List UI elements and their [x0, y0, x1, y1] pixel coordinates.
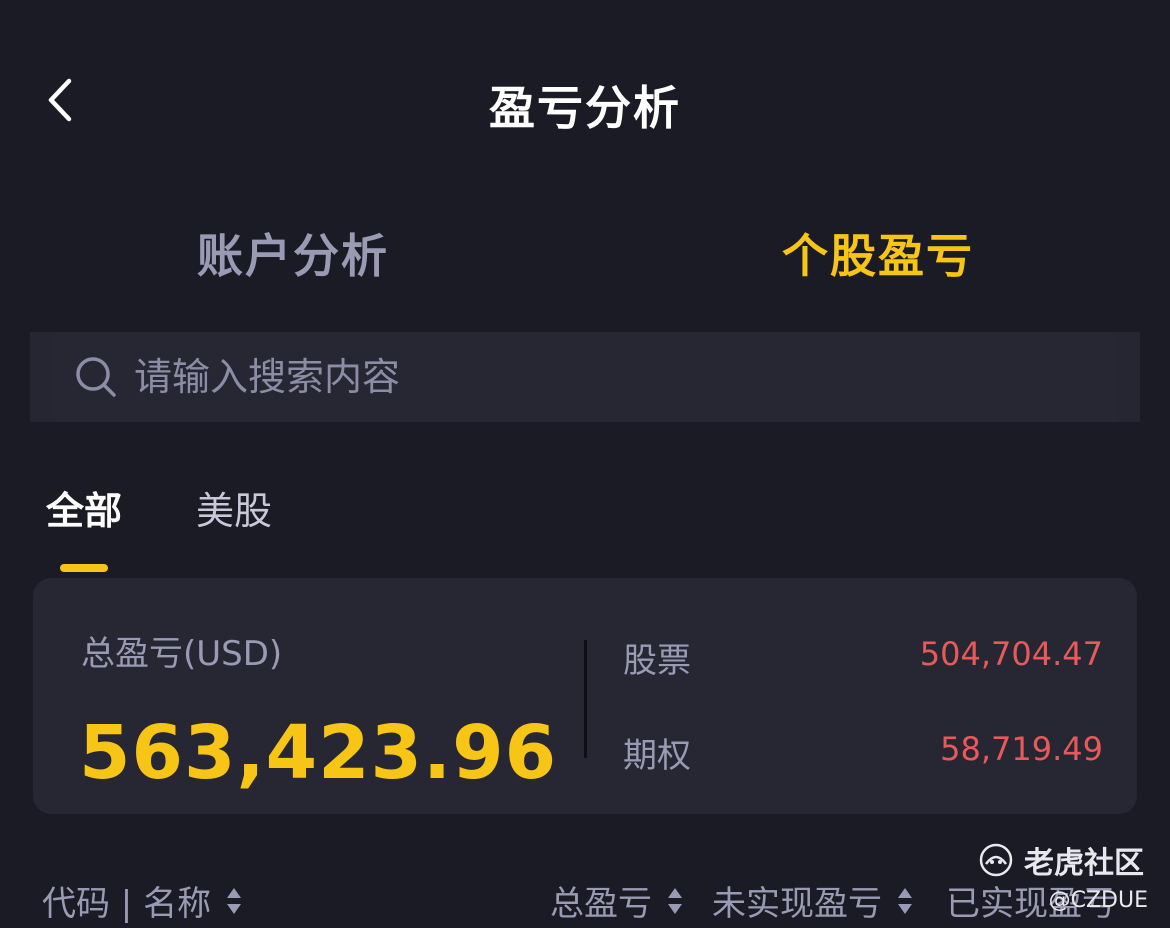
column-header-label: 总盈亏 [550, 884, 652, 924]
subtab-us-stocks[interactable]: 美股 [196, 480, 272, 535]
search-field[interactable] [54, 332, 1116, 422]
subtab-active-indicator [60, 564, 108, 572]
stock-pnl-value: 504,704.47 [919, 635, 1103, 673]
sort-icon [898, 887, 912, 914]
page: 盈亏分析 账户分析 个股盈亏 全部 美股 总盈亏(USD) 563,423.96… [0, 0, 1170, 928]
option-pnl-label: 期权 [623, 736, 691, 776]
option-pnl-value: 58,719.49 [940, 730, 1103, 768]
tiger-logo-icon [979, 843, 1013, 877]
subtab-all[interactable]: 全部 [46, 480, 122, 535]
search-input[interactable] [134, 332, 1034, 422]
page-title: 盈亏分析 [489, 81, 681, 135]
tab-stock-pnl[interactable]: 个股盈亏 [782, 220, 974, 286]
search-bar [30, 332, 1140, 422]
total-pnl-value: 563,423.96 [79, 710, 558, 796]
tab-account-analysis[interactable]: 账户分析 [197, 220, 389, 286]
total-pnl-label: 总盈亏(USD) [81, 634, 283, 674]
search-icon [76, 357, 116, 397]
sort-icon [227, 887, 242, 914]
column-header-label: 代码 | 名称 [42, 884, 212, 924]
watermark-user: @CZDUE [1048, 888, 1148, 913]
column-header-code-name[interactable]: 代码 | 名称 [42, 876, 243, 925]
column-header-label: 未实现盈亏 [712, 884, 882, 924]
column-header-unrealized-pnl[interactable]: 未实现盈亏 [712, 876, 914, 925]
pnl-summary-card: 总盈亏(USD) 563,423.96 股票 504,704.47 期权 58,… [33, 578, 1137, 814]
sort-icon [668, 887, 682, 914]
column-header-total-pnl[interactable]: 总盈亏 [550, 876, 684, 925]
card-divider [584, 640, 587, 758]
stock-pnl-label: 股票 [623, 641, 691, 681]
